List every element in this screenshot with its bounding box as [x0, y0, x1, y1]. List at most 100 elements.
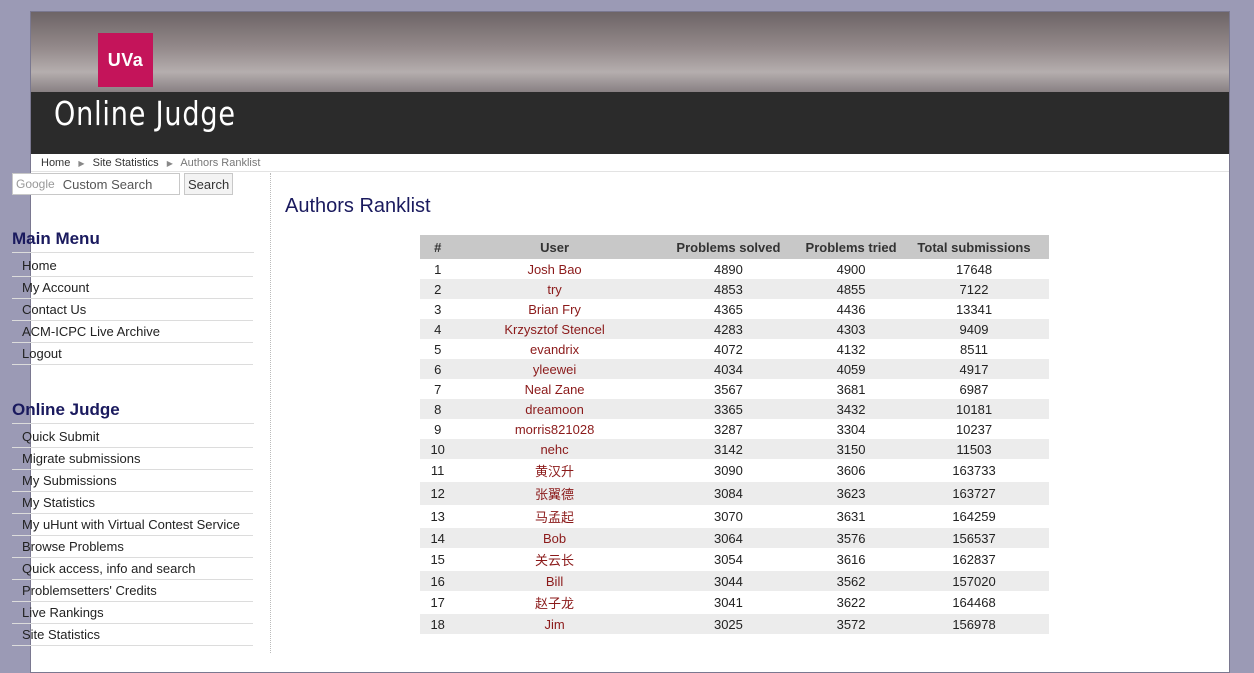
tried-cell: 3681 [836, 381, 866, 397]
solved-cell: 4283 [653, 319, 804, 339]
content-area: Authors Ranklist [285, 195, 431, 218]
user-cell: evandrix [455, 339, 653, 359]
user-cell: Bill [455, 571, 654, 591]
search-button[interactable]: Search [184, 173, 234, 195]
rank-cell: 11 [430, 463, 445, 478]
tried-cell: 3576 [803, 528, 900, 548]
submissions-cell: 4917 [899, 359, 1049, 379]
breadcrumb: Home ▶ Site Statistics ▶ Authors Ranklis… [31, 154, 1229, 172]
user-link[interactable]: Josh Bao [527, 262, 581, 277]
breadcrumb-arrow-icon: ▶ [78, 159, 85, 168]
user-link[interactable]: try [547, 282, 561, 297]
menu-item[interactable]: Logout [12, 343, 253, 365]
rank-cell: 18 [420, 614, 456, 634]
solved-cell: 3025 [653, 614, 804, 634]
search-google-brand: Google [16, 177, 55, 191]
user-link[interactable]: 关云长 [535, 553, 574, 568]
tried-cell: 4132 [836, 341, 866, 357]
column-header: Problems solved [653, 235, 804, 259]
solved-cell: 3084 [653, 482, 804, 505]
user-link[interactable]: Bob [543, 531, 566, 546]
table-row: 18 Jim 3025 3572 156978 [420, 614, 1049, 634]
breadcrumb-home[interactable]: Home [41, 157, 70, 169]
user-link[interactable]: Bill [546, 574, 563, 589]
user-link[interactable]: Krzysztof Stencel [504, 322, 604, 337]
tried-cell: 4059 [803, 359, 900, 379]
menu-item[interactable]: Contact Us [12, 299, 253, 321]
table-row: 9 morris821028 3287 3304 10237 [420, 419, 1049, 439]
authors-ranklist-table: # User Problems solved Problems tried Total … [420, 235, 1049, 634]
column-header: Problems tried [803, 235, 900, 259]
rank-cell: 12 [420, 482, 456, 505]
user-link[interactable]: Brian Fry [528, 302, 581, 317]
tried-cell: 3631 [836, 509, 866, 524]
menu-item[interactable]: Problemsetters' Credits [12, 580, 253, 602]
user-cell: morris821028 [455, 419, 653, 439]
menu-item[interactable]: ACM-ICPC Live Archive [12, 321, 253, 343]
user-link[interactable]: evandrix [530, 342, 579, 357]
table-row: 8 dreamoon 3365 3432 10181 [420, 399, 1049, 419]
submissions-cell: 10181 [899, 399, 1049, 419]
user-link[interactable]: 黄汉升 [535, 464, 574, 479]
menu-item[interactable]: Site Statistics [12, 624, 253, 646]
submissions-cell: 9409 [899, 319, 1049, 339]
user-link[interactable]: 赵子龙 [535, 596, 574, 611]
user-cell: 关云长 [455, 548, 653, 571]
solved-cell: 3142 [653, 439, 804, 459]
menu-item[interactable]: Quick Submit [12, 426, 253, 448]
user-link[interactable]: yleewei [533, 362, 576, 377]
tried-cell: 3622 [836, 595, 866, 610]
user-link[interactable]: 张翼德 [535, 487, 574, 502]
solved-cell: 3070 [713, 509, 743, 524]
rank-cell: 16 [420, 571, 456, 591]
search-input[interactable]: Google Custom Search [12, 173, 180, 195]
table-row: 14 Bob 3064 3576 156537 [420, 528, 1049, 548]
tried-cell: 4303 [803, 319, 900, 339]
solved-cell: 4072 [713, 341, 743, 357]
solved-cell: 4890 [713, 261, 743, 277]
user-link[interactable]: dreamoon [525, 402, 584, 417]
column-header: Total submissions [899, 235, 1049, 259]
user-link[interactable]: 马孟起 [535, 510, 574, 525]
submissions-cell: 156537 [899, 528, 1049, 548]
tried-cell: 4855 [803, 279, 900, 299]
menu-item[interactable]: My uHunt with Virtual Contest Service [12, 514, 253, 536]
header-banner: UVa [31, 12, 1229, 92]
online-judge-menu-title: Online Judge [12, 400, 254, 424]
submissions-cell: 164468 [952, 595, 996, 610]
rank-cell: 5 [434, 341, 442, 357]
rank-cell: 8 [420, 399, 456, 419]
uva-logo[interactable]: UVa [98, 33, 153, 87]
table-row: 10 nehc 3142 3150 11503 [420, 439, 1049, 459]
user-cell: Bob [455, 528, 654, 548]
table-row: 1 Josh Bao 4890 4900 17648 [420, 259, 1049, 279]
table-header-row: # User Problems solved Problems tried Total … [420, 235, 1049, 259]
menu-item[interactable]: My Account [12, 277, 253, 299]
user-link[interactable]: morris821028 [515, 422, 595, 437]
menu-item[interactable]: My Submissions [12, 470, 253, 492]
breadcrumb-site-statistics[interactable]: Site Statistics [93, 157, 159, 169]
menu-item[interactable]: Browse Problems [12, 536, 253, 558]
submissions-cell: 157020 [899, 571, 1049, 591]
menu-item[interactable]: Migrate submissions [12, 448, 253, 470]
user-link[interactable]: Jim [544, 617, 564, 632]
table-body: 1 Josh Bao 4890 4900 17648 2 try 4853 4855 7122 3 B… [420, 259, 1049, 634]
solved-cell: 3090 [713, 463, 743, 478]
submissions-cell: 13341 [955, 301, 993, 317]
table-row: 7 Neal Zane 3567 3681 6987 [420, 379, 1049, 399]
tried-cell: 3304 [836, 421, 866, 437]
rank-cell: 3 [434, 301, 442, 317]
user-link[interactable]: Neal Zane [525, 382, 585, 397]
menu-item[interactable]: Live Rankings [12, 602, 253, 624]
user-link[interactable]: nehc [540, 442, 568, 457]
menu-item[interactable]: My Statistics [12, 492, 253, 514]
solved-cell: 3041 [713, 595, 743, 610]
tried-cell: 3572 [803, 614, 900, 634]
menu-item[interactable]: Quick access, info and search [12, 558, 253, 580]
sidebar-divider [270, 173, 271, 653]
column-header: # [420, 235, 456, 259]
user-cell: 马孟起 [455, 505, 653, 528]
submissions-cell: 162837 [952, 552, 996, 567]
menu-item[interactable]: Home [12, 255, 253, 277]
user-cell: Brian Fry [455, 299, 653, 319]
